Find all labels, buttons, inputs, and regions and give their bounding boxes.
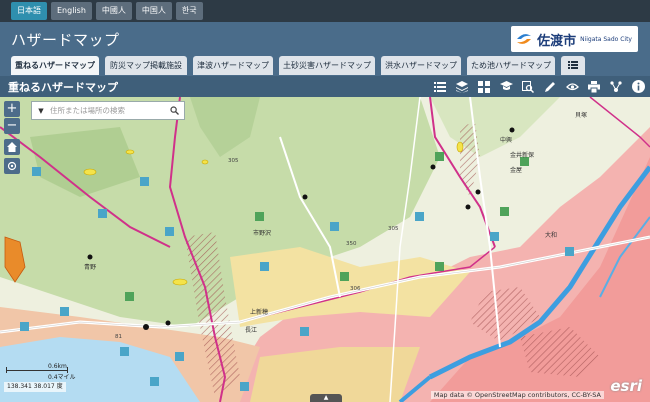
svg-text:350: 350 [346, 241, 357, 247]
coordinates-readout: 138.341 38.017 度 [4, 382, 66, 392]
tab-tsunami-hazard[interactable]: 津波ハザードマップ [193, 56, 273, 75]
scale-bar: 0.6km 0.4マイル [6, 363, 76, 381]
esri-logo: esri [610, 377, 642, 395]
tab-menu[interactable] [561, 56, 585, 75]
draw-pen-icon [545, 81, 555, 92]
svg-text:青野: 青野 [84, 263, 96, 271]
logo-city-name: 佐渡市 [537, 33, 577, 49]
measure-button[interactable] [562, 77, 582, 96]
svg-text:金屋: 金屋 [510, 166, 522, 174]
app-header: ハザードマップ 佐渡市 Niigata Sado City [0, 22, 650, 56]
tab-flood-hazard[interactable]: 洪水ハザードマップ [381, 56, 461, 75]
home-icon [7, 142, 17, 152]
layers-icon [456, 80, 468, 93]
zoom-in-button[interactable]: + [4, 101, 20, 117]
tab-landslide-hazard[interactable]: 土砂災害ハザードマップ [279, 56, 375, 75]
legend-list-icon [434, 81, 446, 92]
education-button[interactable] [496, 77, 516, 96]
svg-text:市野沢: 市野沢 [253, 229, 271, 237]
hazard-tab-bar: 重ねるハザードマップ 防災マップ掲載施設 津波ハザードマップ 土砂災害ハザードマ… [0, 56, 650, 76]
svg-text:貝塚: 貝塚 [575, 111, 587, 119]
hazard-map-app: 日本語 English 中國人 中国人 한국 ハザードマップ 佐渡市 Niiga… [0, 0, 650, 402]
search-button[interactable] [166, 103, 182, 119]
list-icon [568, 61, 578, 69]
search-map-button[interactable] [518, 77, 538, 96]
page-title: ハザードマップ [11, 31, 120, 49]
search-input[interactable] [50, 106, 160, 115]
svg-text:長江: 長江 [245, 327, 257, 334]
lang-english-button[interactable]: English [51, 2, 92, 20]
logo-city-sub: Niigata Sado City [580, 35, 632, 43]
education-cap-icon [499, 81, 513, 90]
chevron-down-icon[interactable]: ▼ [32, 107, 50, 115]
basemap-grid-icon [478, 80, 490, 93]
layers-button[interactable] [452, 77, 472, 96]
language-bar: 日本語 English 中國人 中国人 한국 [0, 0, 650, 22]
info-icon [631, 80, 645, 93]
panel-title: 重ねるハザードマップ [8, 81, 118, 94]
city-logo[interactable]: 佐渡市 Niigata Sado City [511, 26, 638, 52]
search-icon [169, 106, 179, 115]
print-icon [588, 80, 600, 93]
tab-overlay-hazard[interactable]: 重ねるハザードマップ [11, 56, 99, 75]
tab-disaster-facilities[interactable]: 防災マップ掲載施設 [105, 56, 187, 75]
draw-button[interactable] [540, 77, 560, 96]
share-button[interactable] [606, 77, 626, 96]
svg-text:81: 81 [115, 334, 122, 340]
info-button[interactable] [628, 77, 648, 96]
svg-text:上新穂: 上新穂 [250, 308, 268, 316]
map-attribution: Map data © OpenStreetMap contributors, C… [430, 391, 604, 399]
share-icon [610, 80, 622, 92]
home-button[interactable] [4, 139, 20, 155]
hazard-map-canvas[interactable]: 中興 市野沢 上新穂 長江 青野 大和 金井新保 貝塚 金屋 305 350 3… [0, 97, 650, 402]
search-map-icon [522, 80, 534, 93]
svg-text:大和: 大和 [545, 231, 557, 239]
scale-mi: 0.4マイル [48, 374, 76, 381]
scale-km: 0.6km [48, 363, 67, 370]
sado-logo-icon [517, 34, 532, 44]
svg-text:305: 305 [228, 158, 239, 164]
map-graphics: 中興 市野沢 上新穂 長江 青野 大和 金井新保 貝塚 金屋 305 350 3… [0, 97, 650, 402]
print-button[interactable] [584, 77, 604, 96]
svg-text:金井新保: 金井新保 [510, 151, 534, 159]
lang-chinese-simplified-button[interactable]: 中国人 [135, 2, 172, 20]
lang-chinese-traditional-button[interactable]: 中國人 [95, 2, 132, 20]
svg-text:中興: 中興 [500, 136, 512, 144]
map-toolbar: 重ねるハザードマップ [0, 76, 650, 97]
locate-button[interactable] [4, 158, 20, 174]
map-search-box: ▼ [31, 101, 185, 120]
locate-icon [7, 161, 17, 171]
svg-text:305: 305 [388, 226, 399, 232]
zoom-out-button[interactable]: − [4, 118, 20, 134]
tab-reservoir-hazard[interactable]: ため池ハザードマップ [467, 56, 555, 75]
lang-japanese-button[interactable]: 日本語 [11, 2, 47, 20]
panel-toggle-handle[interactable]: ▲ [310, 394, 342, 402]
lang-korean-button[interactable]: 한국 [175, 2, 203, 20]
measure-icon [565, 83, 579, 91]
legend-list-button[interactable] [430, 77, 450, 96]
svg-text:306: 306 [350, 286, 361, 292]
basemap-button[interactable] [474, 77, 494, 96]
